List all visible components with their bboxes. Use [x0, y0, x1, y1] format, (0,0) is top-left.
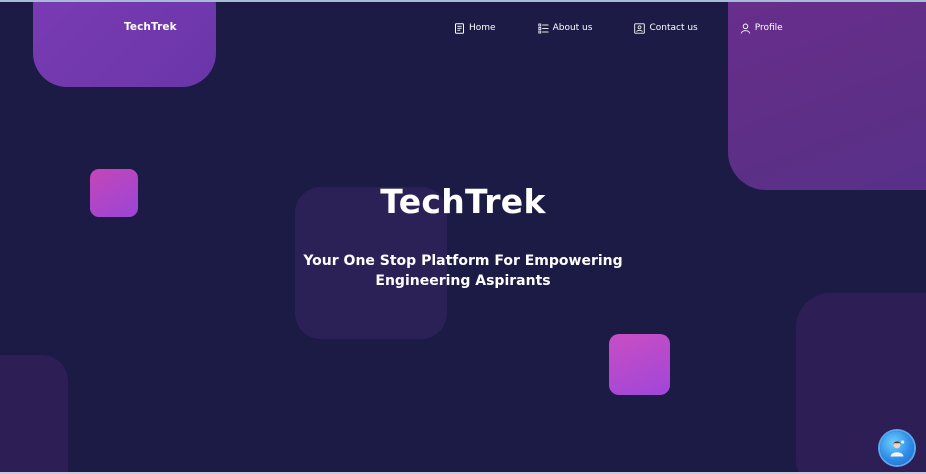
document-icon — [454, 22, 465, 34]
decorative-square-small-right — [609, 334, 670, 395]
hero-subtitle-line-1: Your One Stop Platform For Empowering — [303, 253, 623, 269]
assistant-avatar-icon — [890, 440, 905, 457]
nav-contact-us-label: Contact us — [649, 23, 698, 33]
brand-logo[interactable]: TechTrek — [124, 21, 177, 33]
user-icon — [740, 23, 751, 34]
landing-page: TechTrek Home About us Contact us Profil… — [0, 0, 926, 474]
decorative-shape-top-left — [33, 2, 216, 87]
nav-contact-us[interactable]: Contact us — [634, 21, 698, 35]
list-icon — [537, 23, 549, 34]
hero-title: TechTrek — [380, 182, 546, 221]
nav-profile-label: Profile — [754, 23, 783, 33]
nav-about-us[interactable]: About us — [537, 21, 593, 35]
nav-about-us-label: About us — [552, 23, 593, 33]
hero-subtitle-line-2: Engineering Aspirants — [375, 273, 551, 289]
nav-home[interactable]: Home — [454, 21, 496, 35]
top-navigation: Home About us Contact us Profile — [454, 21, 783, 35]
nav-home-label: Home — [469, 23, 496, 33]
nav-profile[interactable]: Profile — [740, 21, 783, 35]
contact-card-icon — [634, 22, 646, 34]
chat-assistant-button[interactable] — [880, 431, 914, 465]
decorative-shape-bottom-left — [0, 355, 68, 474]
hero-subtitle: Your One Stop Platform For Empowering En… — [0, 251, 926, 291]
